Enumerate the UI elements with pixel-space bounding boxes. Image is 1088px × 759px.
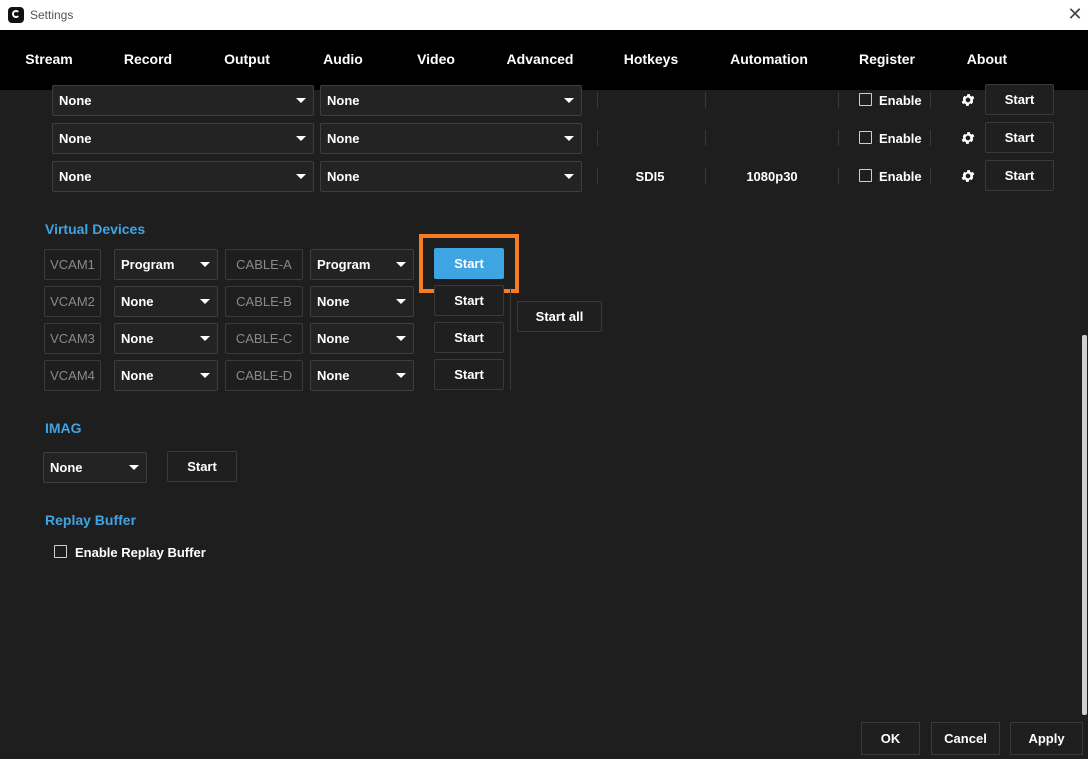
vcam-video-source-dropdown[interactable]: None	[114, 286, 218, 317]
tab-automation[interactable]: Automation	[720, 30, 818, 88]
enable-checkbox[interactable]	[859, 131, 872, 144]
vcam-label: VCAM3	[44, 323, 101, 354]
output-start-button[interactable]: Start	[985, 160, 1054, 191]
tab-register[interactable]: Register	[850, 30, 924, 88]
chevron-down-icon	[296, 98, 306, 103]
divider	[838, 92, 839, 108]
window-title: Settings	[30, 8, 74, 22]
imag-source-dropdown[interactable]: None	[43, 452, 147, 483]
vcam-audio-source-dropdown[interactable]: Program	[310, 249, 414, 280]
apply-button[interactable]: Apply	[1010, 722, 1083, 755]
vcam3-start-button[interactable]: Start	[434, 322, 504, 353]
cancel-button[interactable]: Cancel	[931, 722, 1000, 755]
start-all-button[interactable]: Start all	[517, 301, 602, 332]
scrollbar-thumb[interactable]	[1082, 335, 1087, 715]
tab-output[interactable]: Output	[197, 30, 297, 90]
divider	[597, 130, 598, 146]
output-audio-dropdown[interactable]: None	[320, 161, 582, 192]
tab-hotkeys[interactable]: Hotkeys	[612, 30, 690, 88]
cable-label: CABLE-C	[225, 323, 303, 354]
chevron-down-icon	[200, 262, 210, 267]
chevron-down-icon	[200, 373, 210, 378]
tab-video[interactable]: Video	[400, 30, 472, 88]
divider	[705, 92, 706, 108]
divider	[838, 130, 839, 146]
divider	[930, 130, 931, 146]
divider	[597, 168, 598, 184]
chevron-down-icon	[396, 336, 406, 341]
output-audio-dropdown[interactable]: None	[320, 85, 582, 116]
enable-checkbox[interactable]	[859, 169, 872, 182]
divider	[705, 168, 706, 184]
divider	[705, 130, 706, 146]
replay-buffer-title: Replay Buffer	[45, 512, 137, 528]
title-bar	[0, 0, 1088, 30]
output-device-label: SDI5	[635, 169, 665, 184]
chevron-down-icon	[129, 465, 139, 470]
chevron-down-icon	[396, 299, 406, 304]
vcam-video-source-dropdown[interactable]: None	[114, 360, 218, 391]
gear-icon[interactable]	[960, 92, 976, 108]
imag-start-button[interactable]: Start	[167, 451, 237, 482]
chevron-down-icon	[296, 136, 306, 141]
cable-label: CABLE-D	[225, 360, 303, 391]
output-source-dropdown[interactable]: None	[52, 123, 314, 154]
output-source-dropdown[interactable]: None	[52, 85, 314, 116]
output-start-button[interactable]: Start	[985, 122, 1054, 153]
enable-label: Enable	[879, 169, 922, 184]
gear-icon[interactable]	[960, 130, 976, 146]
enable-label: Enable	[879, 93, 922, 108]
enable-checkbox[interactable]	[859, 93, 872, 106]
output-audio-dropdown[interactable]: None	[320, 123, 582, 154]
virtual-devices-title: Virtual Devices	[45, 221, 146, 237]
tab-audio[interactable]: Audio	[305, 30, 381, 88]
vcam2-start-button[interactable]: Start	[434, 285, 504, 316]
tab-about[interactable]: About	[957, 30, 1017, 88]
gear-icon[interactable]	[960, 168, 976, 184]
cable-label: CABLE-A	[225, 249, 303, 280]
divider	[930, 168, 931, 184]
chevron-down-icon	[200, 299, 210, 304]
divider	[930, 92, 931, 108]
vcam-label: VCAM4	[44, 360, 101, 391]
divider	[838, 168, 839, 184]
divider	[597, 92, 598, 108]
output-source-dropdown[interactable]: None	[52, 161, 314, 192]
output-start-button[interactable]: Start	[985, 84, 1054, 115]
chevron-down-icon	[396, 373, 406, 378]
cable-label: CABLE-B	[225, 286, 303, 317]
divider	[510, 288, 511, 390]
chevron-down-icon	[564, 136, 574, 141]
tab-stream[interactable]: Stream	[8, 30, 90, 88]
vcam-audio-source-dropdown[interactable]: None	[310, 360, 414, 391]
chevron-down-icon	[296, 174, 306, 179]
enable-replay-buffer-checkbox[interactable]	[54, 545, 67, 558]
close-icon[interactable]: ✕	[1066, 4, 1084, 24]
enable-label: Enable	[879, 131, 922, 146]
vcam-audio-source-dropdown[interactable]: None	[310, 286, 414, 317]
vcam-video-source-dropdown[interactable]: None	[114, 323, 218, 354]
vcam4-start-button[interactable]: Start	[434, 359, 504, 390]
chevron-down-icon	[396, 262, 406, 267]
vcam-video-source-dropdown[interactable]: Program	[114, 249, 218, 280]
output-format-label: 1080p30	[746, 169, 798, 184]
chevron-down-icon	[200, 336, 210, 341]
vcam-audio-source-dropdown[interactable]: None	[310, 323, 414, 354]
ok-button[interactable]: OK	[861, 722, 920, 755]
tab-record[interactable]: Record	[102, 30, 194, 88]
vcam-label: VCAM1	[44, 249, 101, 280]
enable-replay-buffer-label: Enable Replay Buffer	[75, 545, 206, 560]
app-logo-icon	[8, 7, 24, 23]
chevron-down-icon	[564, 174, 574, 179]
chevron-down-icon	[564, 98, 574, 103]
vcam-label: VCAM2	[44, 286, 101, 317]
tab-advanced[interactable]: Advanced	[498, 30, 582, 88]
imag-title: IMAG	[45, 420, 82, 436]
